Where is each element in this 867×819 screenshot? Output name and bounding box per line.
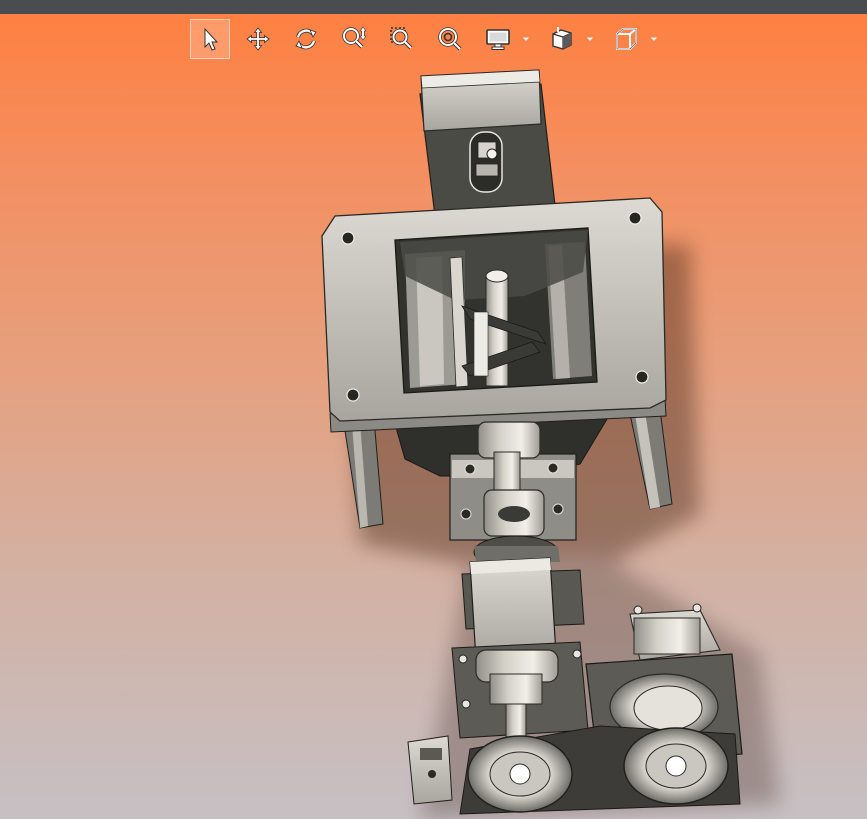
window-title-bar bbox=[0, 0, 867, 14]
top-bracket bbox=[419, 69, 557, 225]
3d-viewport[interactable] bbox=[0, 14, 867, 819]
model-render[interactable] bbox=[0, 14, 867, 819]
